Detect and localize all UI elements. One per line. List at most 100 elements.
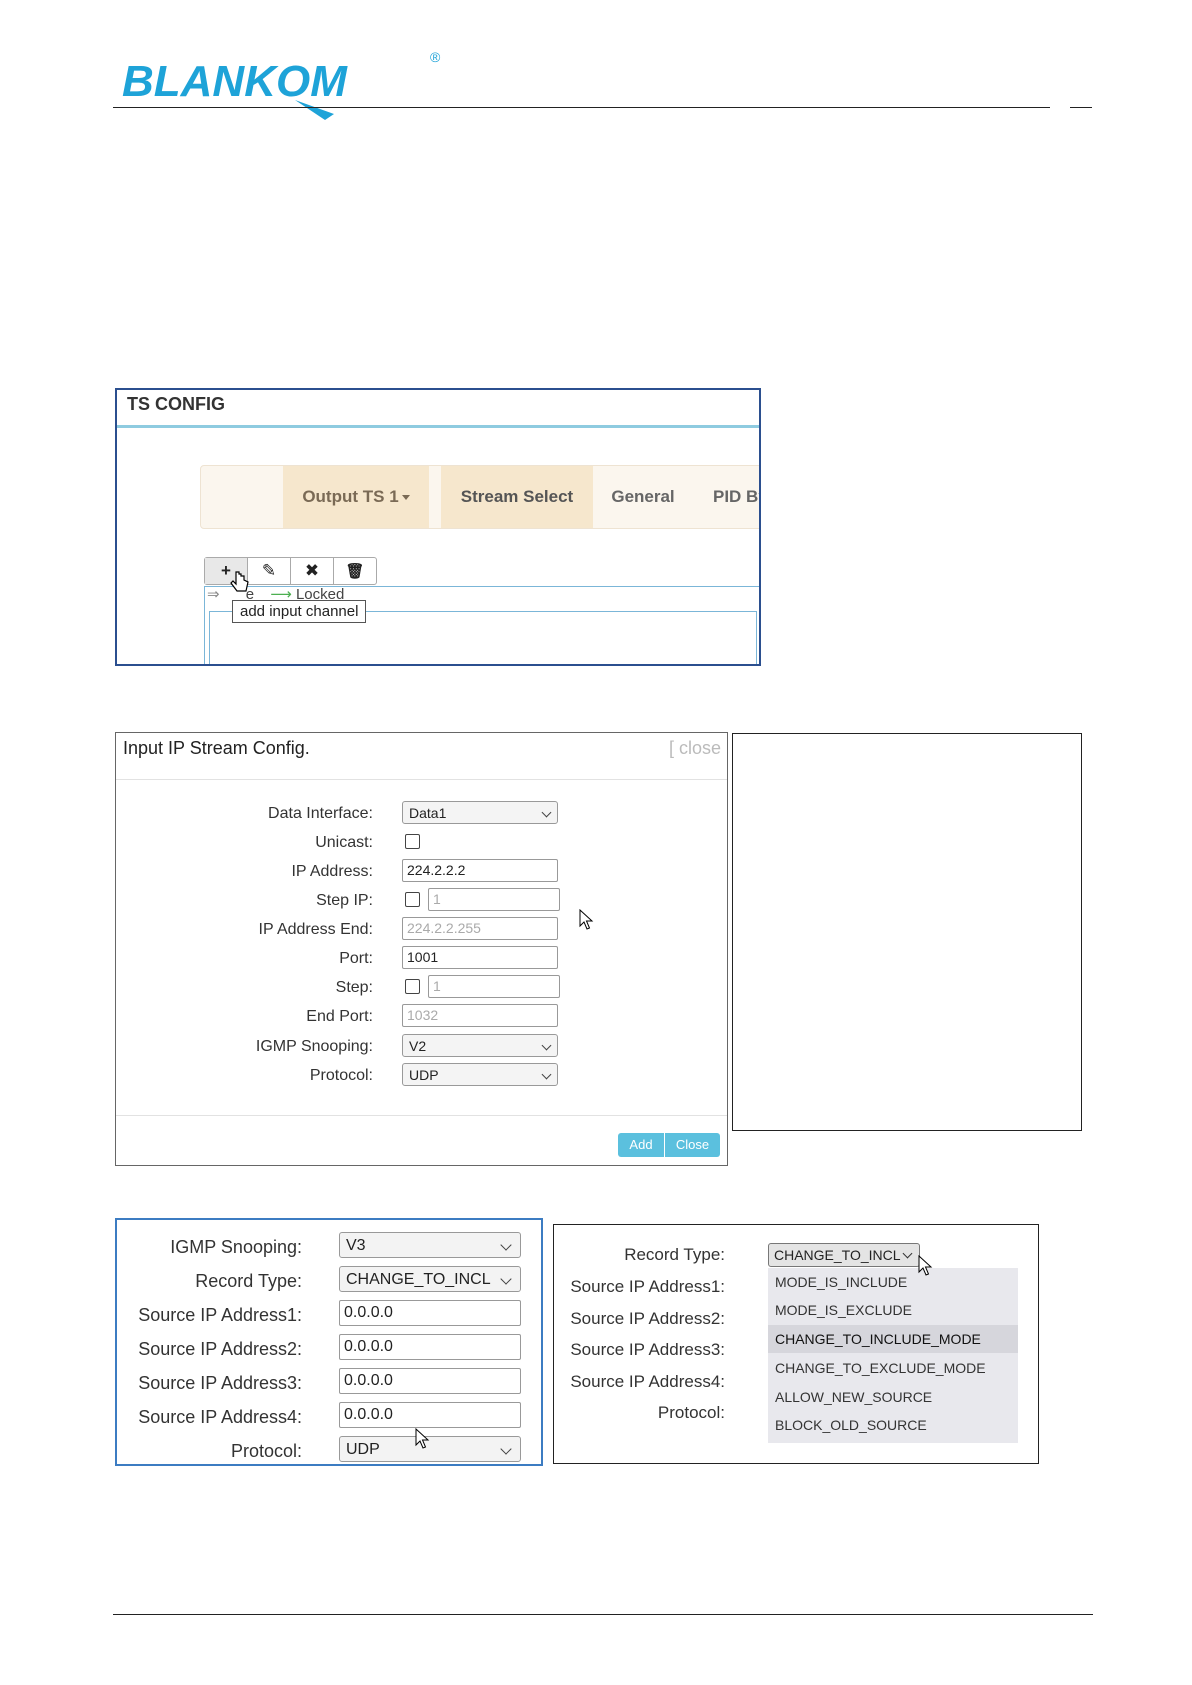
delete-channel-button[interactable]: 🗑 bbox=[334, 558, 376, 584]
row-protocol-v3: Protocol: UDP bbox=[117, 1436, 541, 1470]
chevron-down-icon bbox=[902, 1248, 913, 1259]
add-button[interactable]: Add bbox=[618, 1133, 664, 1157]
header-divider bbox=[116, 779, 727, 780]
caret-down-icon bbox=[401, 495, 410, 501]
close-link[interactable]: [ close bbox=[669, 738, 721, 759]
chevron-down-icon bbox=[541, 807, 552, 818]
tab-output-ts[interactable]: Output TS 1 bbox=[283, 466, 429, 528]
source-ip-4-input[interactable]: 0.0.0.0 bbox=[339, 1402, 521, 1428]
footer-rule bbox=[113, 1614, 1093, 1615]
tab-pid-bypass[interactable]: PID By bbox=[693, 466, 759, 528]
blankom-logo: BLANKOM ® bbox=[120, 40, 450, 120]
option-mode-is-include[interactable]: MODE_IS_INCLUDE bbox=[768, 1268, 1018, 1296]
data-interface-label: Data Interface: bbox=[268, 805, 373, 822]
close-button[interactable]: Close bbox=[664, 1133, 720, 1157]
igmp-label: IGMP Snooping: bbox=[255, 1038, 373, 1055]
source-ip-3-input[interactable]: 0.0.0.0 bbox=[339, 1368, 521, 1394]
chevron-down-icon bbox=[500, 1239, 512, 1251]
step-input[interactable]: 1 bbox=[428, 975, 560, 998]
protocol-label: Protocol: bbox=[309, 1067, 373, 1084]
record-type-selected: CHANGE_TO_INCL bbox=[774, 1247, 901, 1263]
ip-address-input[interactable]: 224.2.2.2 bbox=[402, 859, 558, 882]
ip-address-end-input[interactable]: 224.2.2.255 bbox=[402, 917, 558, 940]
src4-label: Source IP Address4: bbox=[570, 1372, 725, 1391]
row-src3: Source IP Address3: 0.0.0.0 bbox=[117, 1368, 541, 1402]
data-interface-value: Data1 bbox=[409, 805, 447, 821]
igmp-v3-select[interactable]: V3 bbox=[339, 1232, 521, 1258]
record-type-select[interactable]: CHANGE_TO_INCL bbox=[339, 1266, 521, 1292]
record-type-label: Record Type: bbox=[195, 1271, 302, 1291]
footer-divider bbox=[116, 1115, 727, 1116]
source-ip-1-input[interactable]: 0.0.0.0 bbox=[339, 1300, 521, 1326]
row-ip-address: IP Address: 224.2.2.2 bbox=[116, 859, 727, 887]
chevron-down-icon bbox=[541, 1069, 552, 1080]
remove-channel-button[interactable]: ✖ bbox=[291, 558, 334, 584]
chevron-down-icon bbox=[500, 1443, 512, 1455]
data-interface-select[interactable]: Data1 bbox=[402, 801, 558, 824]
end-port-input[interactable]: 1032 bbox=[402, 1004, 558, 1027]
row-port: Port: 1001 bbox=[116, 946, 727, 974]
record-type-value: CHANGE_TO_INCL bbox=[346, 1271, 491, 1288]
header-rule bbox=[113, 107, 1050, 108]
row-ip-address-end: IP Address End: 224.2.2.255 bbox=[116, 917, 727, 945]
tab-output-ts-label: Output TS 1 bbox=[302, 487, 399, 506]
protocol-v3-value: UDP bbox=[346, 1441, 380, 1458]
edit-channel-button[interactable]: ✎ bbox=[248, 558, 291, 584]
header-rule-short bbox=[1070, 107, 1092, 108]
unicast-checkbox[interactable] bbox=[405, 834, 420, 849]
record-type-options-list: MODE_IS_INCLUDE MODE_IS_EXCLUDE CHANGE_T… bbox=[768, 1268, 1018, 1443]
option-block-old-source[interactable]: BLOCK_OLD_SOURCE bbox=[768, 1411, 1018, 1439]
end-port-label: End Port: bbox=[306, 1008, 373, 1025]
protocol-v3-label: Protocol: bbox=[230, 1441, 302, 1461]
option-mode-is-exclude[interactable]: MODE_IS_EXCLUDE bbox=[768, 1296, 1018, 1324]
pencil-icon: ✎ bbox=[261, 561, 277, 580]
tab-stream-select[interactable]: Stream Select bbox=[441, 466, 593, 528]
src3-label: Source IP Address3: bbox=[138, 1373, 302, 1393]
ts-nav-bar: Output TS 1 Stream Select General PID By bbox=[200, 465, 759, 529]
registered-mark: ® bbox=[430, 49, 441, 65]
option-change-to-include-mode[interactable]: CHANGE_TO_INCLUDE_MODE bbox=[768, 1325, 1018, 1353]
row-record-type: Record Type: CHANGE_TO_INCL bbox=[117, 1266, 541, 1300]
hand-cursor-icon bbox=[230, 570, 250, 601]
step-checkbox[interactable] bbox=[405, 979, 420, 994]
src2-label: Source IP Address2: bbox=[570, 1309, 725, 1328]
row-src1: Source IP Address1: 0.0.0.0 bbox=[117, 1300, 541, 1334]
igmp-v3-value: V3 bbox=[346, 1237, 366, 1254]
source-ip-2-input[interactable]: 0.0.0.0 bbox=[339, 1334, 521, 1360]
row-end-port: End Port: 1032 bbox=[116, 1004, 727, 1032]
close-icon: ✖ bbox=[304, 561, 320, 580]
option-allow-new-source[interactable]: ALLOW_NEW_SOURCE bbox=[768, 1383, 1018, 1411]
row-unicast: Unicast: bbox=[116, 830, 727, 858]
row-src4: Source IP Address4: 0.0.0.0 bbox=[117, 1402, 541, 1436]
record-type-select[interactable]: CHANGE_TO_INCL bbox=[768, 1243, 920, 1267]
ts-config-title: TS CONFIG bbox=[127, 394, 225, 414]
pointer-cursor-icon bbox=[918, 1254, 934, 1282]
igmp-v3-label: IGMP Snooping: bbox=[170, 1237, 302, 1257]
tab-general[interactable]: General bbox=[593, 466, 693, 528]
record-type-label: Record Type: bbox=[624, 1245, 725, 1264]
step-ip-checkbox[interactable] bbox=[405, 892, 420, 907]
igmp-select[interactable]: V2 bbox=[402, 1034, 558, 1057]
option-change-to-exclude-mode[interactable]: CHANGE_TO_EXCLUDE_MODE bbox=[768, 1354, 1018, 1382]
input-ip-stream-dialog: Input IP Stream Config. [ close Data Int… bbox=[115, 732, 728, 1166]
chevron-down-icon bbox=[541, 1040, 552, 1051]
pointer-cursor-icon bbox=[415, 1427, 431, 1455]
src1-label: Source IP Address1: bbox=[138, 1305, 302, 1325]
row-igmp: IGMP Snooping: V2 bbox=[116, 1034, 727, 1062]
channel-list: ⇒ e ⟶ Locked bbox=[204, 586, 759, 664]
protocol-value: UDP bbox=[409, 1067, 439, 1083]
port-input[interactable]: 1001 bbox=[402, 946, 558, 969]
port-label: Port: bbox=[339, 950, 373, 967]
step-ip-input[interactable]: 1 bbox=[428, 888, 560, 911]
ts-config-screenshot: TS CONFIG Output TS 1 Stream Select Gene… bbox=[115, 388, 761, 666]
src4-label: Source IP Address4: bbox=[138, 1407, 302, 1427]
step-ip-label: Step IP: bbox=[316, 892, 373, 909]
row-step-ip: Step IP: 1 bbox=[116, 888, 727, 916]
title-underline bbox=[117, 425, 759, 428]
arrow-icon: ⇒ bbox=[207, 586, 220, 603]
igmp-v3-settings: IGMP Snooping: V3 Record Type: CHANGE_TO… bbox=[115, 1218, 543, 1466]
protocol-label: Protocol: bbox=[657, 1403, 725, 1422]
protocol-select[interactable]: UDP bbox=[402, 1063, 558, 1086]
unicast-label: Unicast: bbox=[315, 834, 373, 851]
src2-label: Source IP Address2: bbox=[138, 1339, 302, 1359]
